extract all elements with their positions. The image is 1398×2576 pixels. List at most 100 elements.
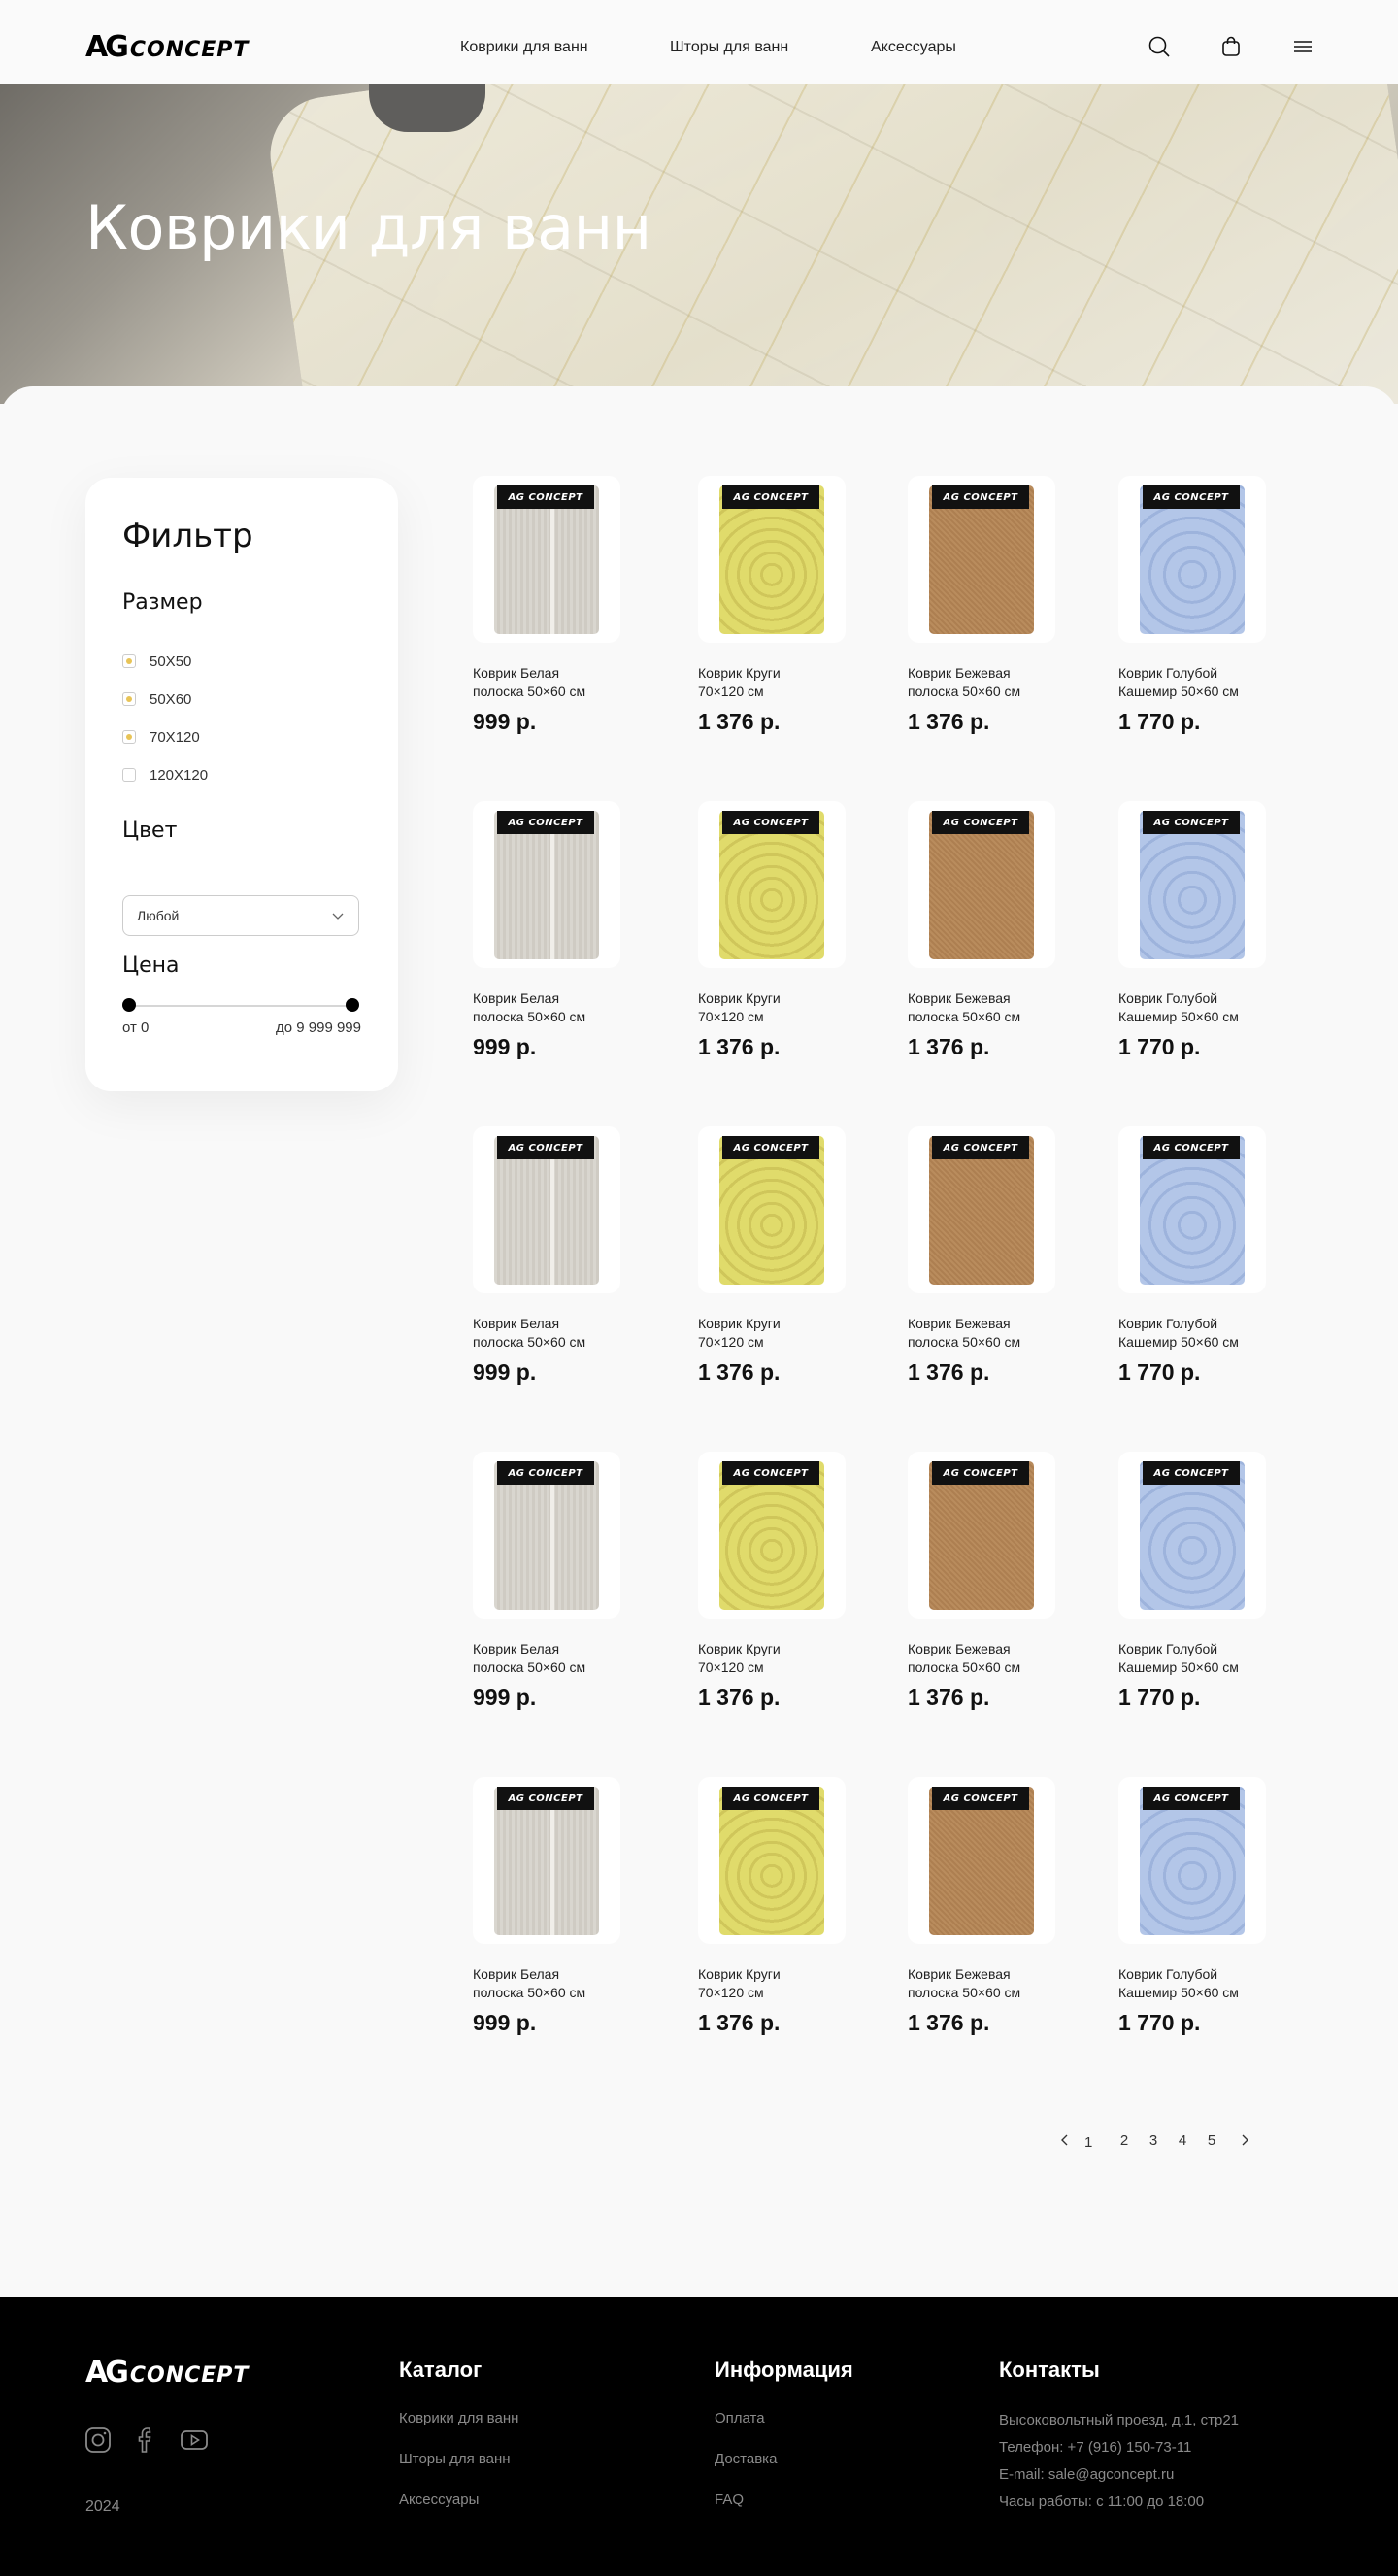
product-card[interactable]: AG CONCEPT Коврик Белая полоска 50×60 см 99… [473,801,686,1083]
footer-logo[interactable]: AG CONCEPT [85,2356,249,2390]
product-name[interactable]: Коврик Бежевая полоска 50×60 см [908,1965,1121,2002]
menu-icon[interactable] [1291,35,1315,58]
bag-icon[interactable] [1219,35,1243,58]
product-card[interactable]: AG CONCEPT Коврик Круги 70×120 см 1 376 р. [698,1452,912,1733]
product-card[interactable]: AG CONCEPT Коврик Бежевая полоска 50×60 см… [908,801,1121,1083]
product-name[interactable]: Коврик Круги 70×120 см [698,664,912,701]
product-image[interactable]: AG CONCEPT [698,1126,846,1293]
product-name[interactable]: Коврик Белая полоска 50×60 см [473,664,686,701]
product-image[interactable]: AG CONCEPT [1118,476,1266,643]
product-name[interactable]: Коврик Белая полоска 50×60 см [473,1315,686,1352]
size-option-50x50[interactable]: 50X50 [122,652,191,671]
product-card[interactable]: AG CONCEPT Коврик Голубой Кашемир 50×60 см… [1118,476,1332,757]
product-card[interactable]: AG CONCEPT Коврик Голубой Кашемир 50×60 см… [1118,801,1332,1083]
contact-phone[interactable]: Телефон: +7 (916) 150-73-11 [999,2439,1191,2456]
page-5[interactable]: 5 [1204,2126,1219,2154]
size-option-70x120[interactable]: 70X120 [122,727,200,747]
page-1[interactable]: 1 [1084,2128,1092,2156]
page-2[interactable]: 2 [1116,2126,1132,2154]
product-image[interactable]: AG CONCEPT [908,476,1055,643]
product-image[interactable]: AG CONCEPT [473,1126,620,1293]
youtube-icon[interactable] [180,2425,209,2455]
nav-shower-curtains[interactable]: Шторы для ванн [670,39,788,56]
product-card[interactable]: AG CONCEPT Коврик Круги 70×120 см 1 376 р. [698,1777,912,2058]
footer-link-payment[interactable]: Оплата [715,2410,765,2426]
product-name[interactable]: Коврик Круги 70×120 см [698,1315,912,1352]
product-name[interactable]: Коврик Голубой Кашемир 50×60 см [1118,1640,1332,1677]
logo[interactable]: AG CONCEPT [85,30,249,64]
product-card[interactable]: AG CONCEPT Коврик Бежевая полоска 50×60 см… [908,1452,1121,1733]
product-image[interactable]: AG CONCEPT [473,1777,620,1944]
product-card[interactable]: AG CONCEPT Коврик Бежевая полоска 50×60 см… [908,1126,1121,1408]
checkbox[interactable] [122,692,136,706]
checkbox[interactable] [122,654,136,668]
facebook-icon[interactable] [132,2425,161,2455]
product-image[interactable]: AG CONCEPT [1118,1452,1266,1619]
product-name[interactable]: Коврик Бежевая полоска 50×60 см [908,1315,1121,1352]
product-name-line2: 70×120 см [698,1009,764,1024]
product-name[interactable]: Коврик Голубой Кашемир 50×60 см [1118,1965,1332,2002]
product-card[interactable]: AG CONCEPT Коврик Белая полоска 50×60 см 99… [473,1777,686,2058]
product-name[interactable]: Коврик Круги 70×120 см [698,1640,912,1677]
product-card[interactable]: AG CONCEPT Коврик Круги 70×120 см 1 376 р. [698,801,912,1083]
product-image[interactable]: AG CONCEPT [908,1777,1055,1944]
price-max-handle[interactable] [346,998,359,1012]
footer-link-bath-mats[interactable]: Коврики для ванн [399,2410,518,2426]
checkbox[interactable] [122,768,136,782]
product-card[interactable]: AG CONCEPT Коврик Круги 70×120 см 1 376 р. [698,1126,912,1408]
product-image[interactable]: AG CONCEPT [908,1452,1055,1619]
product-card[interactable]: AG CONCEPT Коврик Голубой Кашемир 50×60 см… [1118,1777,1332,2058]
product-name[interactable]: Коврик Белая полоска 50×60 см [473,1965,686,2002]
product-name[interactable]: Коврик Бежевая полоска 50×60 см [908,989,1121,1026]
product-image[interactable]: AG CONCEPT [698,476,846,643]
footer-catalog-title: Каталог [399,2358,483,2382]
product-name[interactable]: Коврик Бежевая полоска 50×60 см [908,664,1121,701]
product-image[interactable]: AG CONCEPT [698,801,846,968]
product-card[interactable]: AG CONCEPT Коврик Круги 70×120 см 1 376 р. [698,476,912,757]
footer-link-faq[interactable]: FAQ [715,2492,744,2508]
contact-email[interactable]: E-mail: sale@agconcept.ru [999,2466,1174,2483]
product-image[interactable]: AG CONCEPT [908,801,1055,968]
size-option-120x120[interactable]: 120X120 [122,765,208,785]
product-name[interactable]: Коврик Бежевая полоска 50×60 см [908,1640,1121,1677]
product-card[interactable]: AG CONCEPT Коврик Белая полоска 50×60 см 99… [473,1452,686,1733]
page-4[interactable]: 4 [1175,2126,1190,2154]
product-name[interactable]: Коврик Круги 70×120 см [698,1965,912,2002]
price-min-handle[interactable] [122,998,136,1012]
product-card[interactable]: AG CONCEPT Коврик Бежевая полоска 50×60 см… [908,1777,1121,2058]
product-image[interactable]: AG CONCEPT [1118,1777,1266,1944]
product-image[interactable]: AG CONCEPT [698,1777,846,1944]
footer-link-accessories[interactable]: Аксессуары [399,2492,479,2508]
product-card[interactable]: AG CONCEPT Коврик Бежевая полоска 50×60 см… [908,476,1121,757]
size-option-50x60[interactable]: 50X60 [122,689,191,709]
instagram-icon[interactable] [83,2425,113,2455]
color-select[interactable]: Любой [122,895,359,936]
nav-bath-mats[interactable]: Коврики для ванн [460,39,588,56]
page-3[interactable]: 3 [1146,2126,1161,2154]
footer-link-delivery[interactable]: Доставка [715,2451,777,2467]
product-name[interactable]: Коврик Голубой Кашемир 50×60 см [1118,1315,1332,1352]
product-name[interactable]: Коврик Голубой Кашемир 50×60 см [1118,664,1332,701]
product-card[interactable]: AG CONCEPT Коврик Белая полоска 50×60 см 99… [473,476,686,757]
product-image[interactable]: AG CONCEPT [473,476,620,643]
checkbox[interactable] [122,730,136,744]
product-image[interactable]: AG CONCEPT [698,1452,846,1619]
product-price: 999 р. [473,1034,537,1059]
product-name[interactable]: Коврик Белая полоска 50×60 см [473,1640,686,1677]
product-card[interactable]: AG CONCEPT Коврик Голубой Кашемир 50×60 см… [1118,1452,1332,1733]
nav-accessories[interactable]: Аксессуары [871,39,956,56]
product-card[interactable]: AG CONCEPT Коврик Белая полоска 50×60 см 99… [473,1126,686,1408]
product-name[interactable]: Коврик Голубой Кашемир 50×60 см [1118,989,1332,1026]
product-name[interactable]: Коврик Круги 70×120 см [698,989,912,1026]
product-card[interactable]: AG CONCEPT Коврик Голубой Кашемир 50×60 см… [1118,1126,1332,1408]
chevron-left-icon[interactable] [1056,2126,1074,2154]
product-name[interactable]: Коврик Белая полоска 50×60 см [473,989,686,1026]
product-image[interactable]: AG CONCEPT [473,801,620,968]
product-image[interactable]: AG CONCEPT [908,1126,1055,1293]
search-icon[interactable] [1148,35,1171,58]
product-image[interactable]: AG CONCEPT [473,1452,620,1619]
product-image[interactable]: AG CONCEPT [1118,801,1266,968]
product-image[interactable]: AG CONCEPT [1118,1126,1266,1293]
chevron-right-icon[interactable] [1236,2126,1253,2154]
footer-link-shower-curtains[interactable]: Шторы для ванн [399,2451,511,2467]
